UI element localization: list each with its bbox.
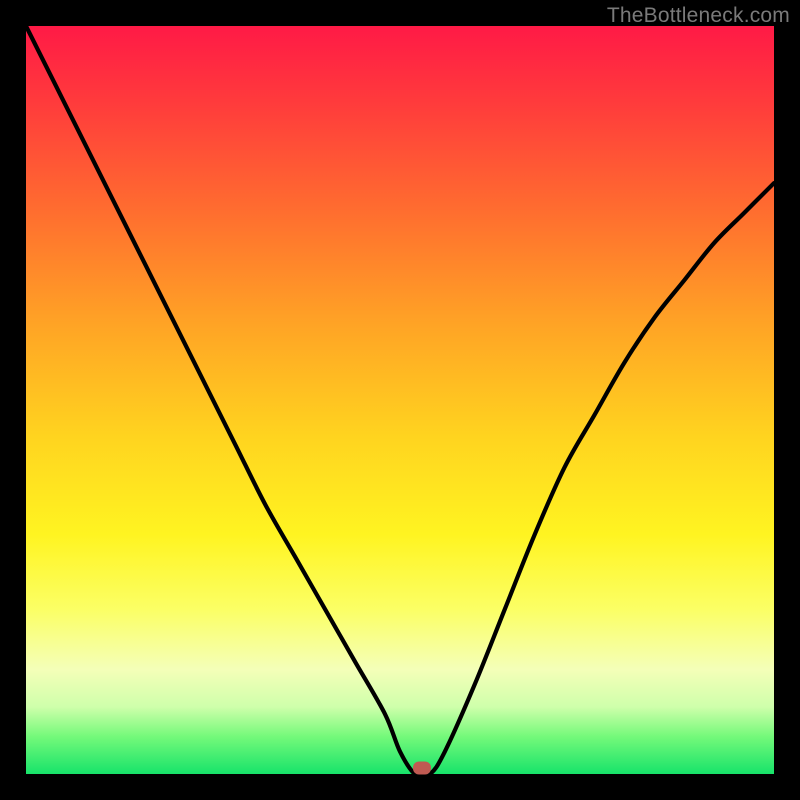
chart-frame: TheBottleneck.com bbox=[0, 0, 800, 800]
bottleneck-curve bbox=[26, 26, 774, 774]
optimal-marker bbox=[413, 762, 431, 775]
plot-area bbox=[26, 26, 774, 774]
watermark-text: TheBottleneck.com bbox=[607, 4, 790, 28]
